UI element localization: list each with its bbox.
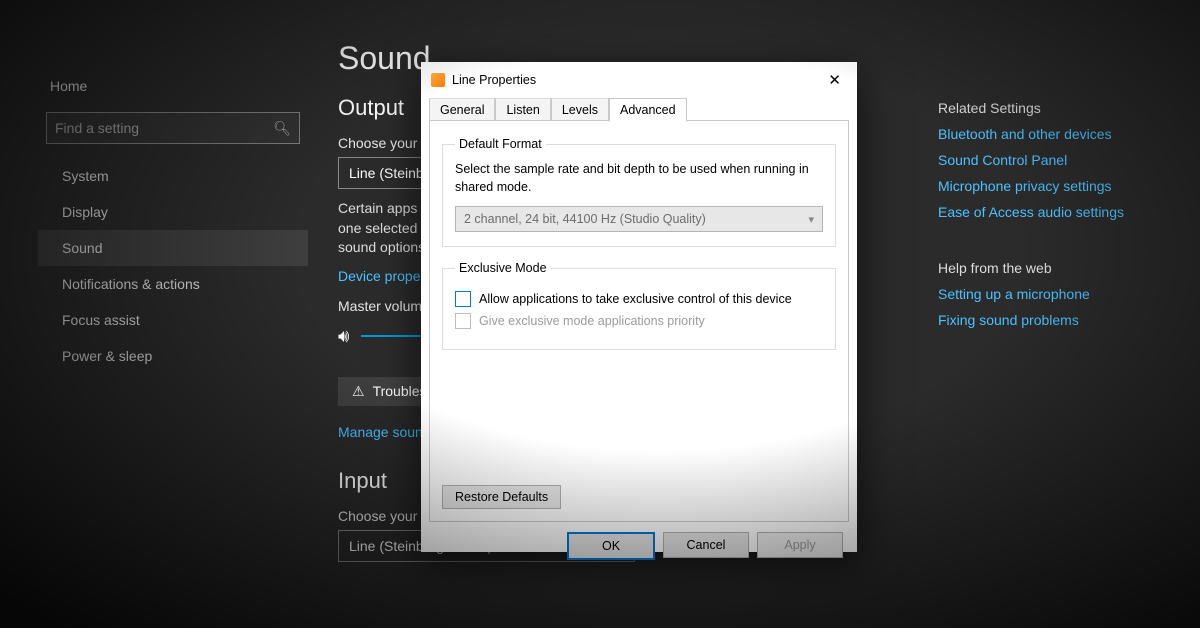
sample-rate-value: 2 channel, 24 bit, 44100 Hz (Studio Qual… (464, 212, 706, 226)
default-format-legend: Default Format (455, 137, 546, 151)
exclusive-mode-legend: Exclusive Mode (455, 261, 551, 275)
dialog-titlebar: Line Properties ✕ (421, 62, 857, 97)
settings-nav: Home Find a setting 🔍︎ System Display So… (38, 0, 308, 628)
exclusive-priority-label: Give exclusive mode applications priorit… (479, 314, 705, 328)
dialog-tabs: General Listen Levels Advanced (429, 97, 849, 121)
exclusive-priority-checkbox-row: Give exclusive mode applications priorit… (455, 313, 823, 329)
cancel-button[interactable]: Cancel (663, 532, 749, 558)
related-link-sound-control-panel[interactable]: Sound Control Panel (938, 152, 1200, 168)
related-link-bluetooth[interactable]: Bluetooth and other devices (938, 126, 1200, 142)
default-format-group: Default Format Select the sample rate an… (442, 137, 836, 247)
exclusive-priority-checkbox (455, 313, 471, 329)
help-link-fix-sound[interactable]: Fixing sound problems (938, 312, 1200, 328)
restore-defaults-button[interactable]: Restore Defaults (442, 485, 561, 509)
close-button[interactable]: ✕ (822, 71, 847, 89)
output-device-value: Line (Steinb (349, 165, 424, 181)
related-link-mic-privacy[interactable]: Microphone privacy settings (938, 178, 1200, 194)
warning-icon: ⚠ (352, 383, 365, 400)
line-properties-dialog: Line Properties ✕ General Listen Levels … (421, 62, 857, 552)
search-icon: 🔍︎ (273, 120, 291, 137)
sound-device-icon (431, 73, 445, 87)
speaker-icon: 🔊︎ (338, 326, 349, 347)
tab-general[interactable]: General (429, 98, 495, 122)
exclusive-control-checkbox-row[interactable]: Allow applications to take exclusive con… (455, 291, 823, 307)
chevron-down-icon: ▾ (808, 213, 814, 226)
nav-item-focus-assist[interactable]: Focus assist (38, 302, 308, 338)
exclusive-mode-group: Exclusive Mode Allow applications to tak… (442, 261, 836, 350)
sample-rate-select[interactable]: 2 channel, 24 bit, 44100 Hz (Studio Qual… (455, 206, 823, 232)
default-format-desc: Select the sample rate and bit depth to … (455, 161, 823, 196)
dialog-button-row: OK Cancel Apply (421, 522, 857, 572)
nav-home[interactable]: Home (38, 70, 308, 102)
related-heading: Related Settings (938, 100, 1200, 116)
search-input[interactable]: Find a setting 🔍︎ (46, 112, 300, 144)
related-link-ease-of-access[interactable]: Ease of Access audio settings (938, 204, 1200, 220)
exclusive-control-checkbox[interactable] (455, 291, 471, 307)
tab-advanced[interactable]: Advanced (609, 98, 687, 122)
apply-button: Apply (757, 532, 843, 558)
related-settings: Related Settings Bluetooth and other dev… (938, 100, 1200, 338)
tab-levels[interactable]: Levels (551, 98, 609, 122)
dialog-title: Line Properties (452, 73, 536, 87)
tab-panel-advanced: Default Format Select the sample rate an… (429, 120, 849, 522)
nav-item-notifications[interactable]: Notifications & actions (38, 266, 308, 302)
tab-listen[interactable]: Listen (495, 98, 550, 122)
exclusive-control-label: Allow applications to take exclusive con… (479, 292, 792, 306)
help-heading: Help from the web (938, 260, 1200, 276)
ok-button[interactable]: OK (567, 532, 655, 560)
nav-item-power-sleep[interactable]: Power & sleep (38, 338, 308, 374)
search-placeholder: Find a setting (55, 120, 139, 136)
nav-item-system[interactable]: System (38, 158, 308, 194)
nav-item-display[interactable]: Display (38, 194, 308, 230)
nav-item-sound[interactable]: Sound (38, 230, 308, 266)
help-link-mic-setup[interactable]: Setting up a microphone (938, 286, 1200, 302)
